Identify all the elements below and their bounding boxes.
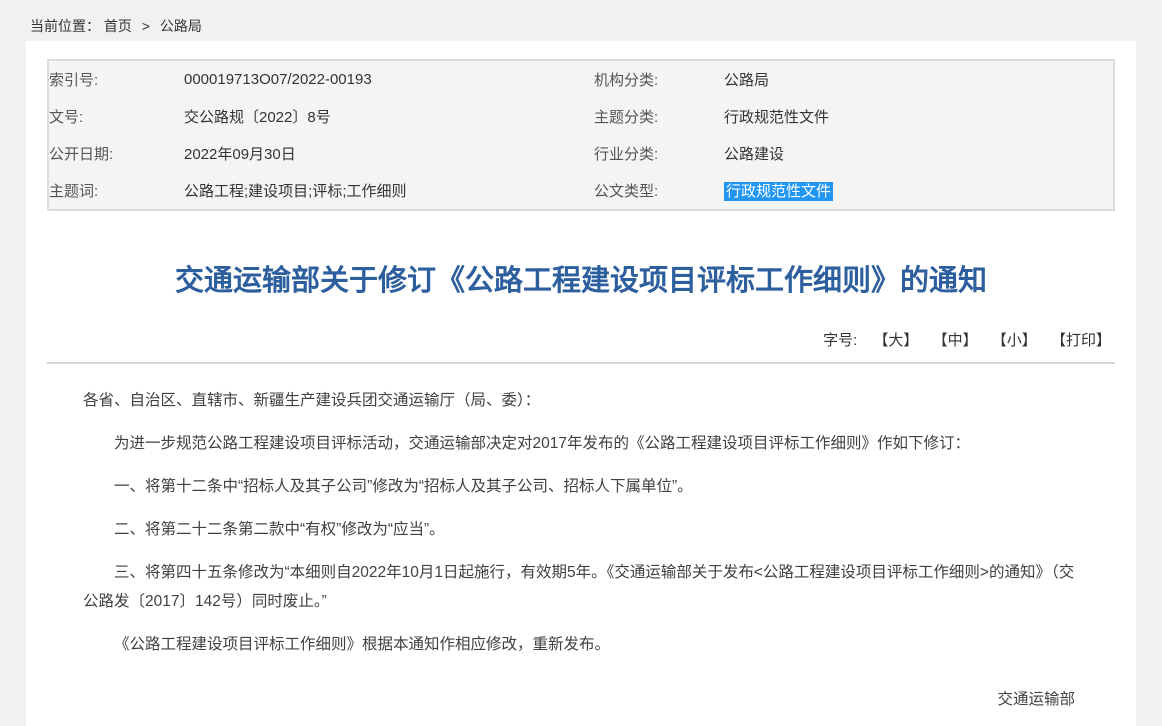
font-medium-button[interactable]: 【中】 [933, 329, 978, 350]
paragraph-closing: 《公路工程建设项目评标工作细则》根据本通知作相应修改，重新发布。 [83, 630, 1079, 659]
signature-block: 交通运输部 2022年9月30日 [47, 689, 1075, 726]
meta-label-topic-category: 主题分类: [594, 98, 724, 135]
meta-value-industry: 公路建设 [724, 135, 1114, 172]
breadcrumb: 当前位置： 首页 > 公路局 [0, 0, 1162, 41]
font-size-label: 字号: [823, 332, 857, 349]
article-body: 各省、自治区、直辖市、新疆生产建设兵团交通运输厅（局、委）： 为进一步规范公路工… [83, 386, 1079, 659]
paragraph-salutation: 各省、自治区、直辖市、新疆生产建设兵团交通运输厅（局、委）： [83, 386, 1079, 415]
table-row: 主题词: 公路工程;建设项目;评标;工作细则 公文类型: 行政规范性文件 [48, 172, 1114, 210]
paragraph-item-2: 二、将第二十二条第二款中“有权”修改为“应当”。 [83, 515, 1079, 544]
meta-label-publish-date: 公开日期: [48, 135, 184, 172]
meta-value-doc-type: 行政规范性文件 [724, 172, 1114, 210]
font-small-button[interactable]: 【小】 [992, 329, 1037, 350]
signature-org: 交通运输部 [47, 689, 1075, 711]
meta-label-org-category: 机构分类: [594, 60, 724, 98]
paragraph-intro: 为进一步规范公路工程建设项目评标活动，交通运输部决定对2017年发布的《公路工程… [83, 429, 1079, 458]
meta-value-org-category: 公路局 [724, 60, 1114, 98]
meta-label-keywords: 主题词: [48, 172, 184, 210]
metadata-table: 索引号: 000019713O07/2022-00193 机构分类: 公路局 文… [47, 59, 1115, 211]
breadcrumb-separator: > [142, 18, 150, 34]
breadcrumb-section-link[interactable]: 公路局 [160, 18, 202, 34]
meta-label-industry: 行业分类: [594, 135, 724, 172]
selected-text: 行政规范性文件 [724, 182, 833, 201]
meta-label-doc-no: 文号: [48, 98, 184, 135]
meta-value-index-no: 000019713O07/2022-00193 [184, 60, 594, 98]
font-large-button[interactable]: 【大】 [873, 329, 918, 350]
paragraph-item-1: 一、将第十二条中“招标人及其子公司”修改为“招标人及其子公司、招标人下属单位”。 [83, 472, 1079, 501]
breadcrumb-home-link[interactable]: 首页 [104, 18, 132, 34]
paragraph-item-3: 三、将第四十五条修改为“本细则自2022年10月1日起施行，有效期5年。《交通运… [83, 558, 1079, 616]
meta-value-keywords: 公路工程;建设项目;评标;工作细则 [184, 172, 594, 210]
meta-label-doc-type: 公文类型: [594, 172, 724, 210]
page-title: 交通运输部关于修订《公路工程建设项目评标工作细则》的通知 [47, 261, 1115, 301]
table-row: 公开日期: 2022年09月30日 行业分类: 公路建设 [48, 135, 1114, 172]
font-size-toolbar: 字号: 【大】 【中】 【小】 【打印】 [47, 329, 1115, 364]
page: 当前位置： 首页 > 公路局 索引号: 000019713O07/2022-00… [0, 0, 1162, 726]
meta-value-topic-category: 行政规范性文件 [724, 98, 1114, 135]
table-row: 索引号: 000019713O07/2022-00193 机构分类: 公路局 [48, 60, 1114, 98]
print-button[interactable]: 【打印】 [1051, 329, 1111, 350]
breadcrumb-label: 当前位置： [30, 18, 100, 34]
document-card: 索引号: 000019713O07/2022-00193 机构分类: 公路局 文… [26, 41, 1136, 726]
meta-label-index-no: 索引号: [48, 60, 184, 98]
meta-value-doc-no: 交公路规〔2022〕8号 [184, 98, 594, 135]
meta-value-publish-date: 2022年09月30日 [184, 135, 594, 172]
table-row: 文号: 交公路规〔2022〕8号 主题分类: 行政规范性文件 [48, 98, 1114, 135]
